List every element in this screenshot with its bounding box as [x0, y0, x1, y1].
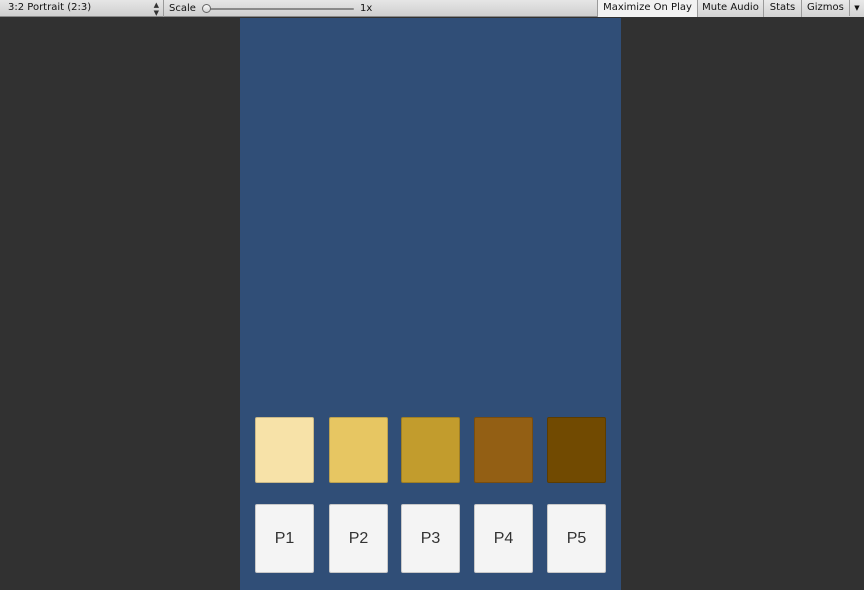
color-swatch-3: [401, 417, 460, 483]
scale-slider-track[interactable]: [206, 8, 354, 10]
scale-label: Scale: [169, 3, 196, 14]
aspect-ratio-dropdown[interactable]: 3:2 Portrait (2:3) ▲ ▼: [0, 0, 164, 17]
color-swatch-1: [255, 417, 314, 483]
gizmos-button[interactable]: Gizmos ▼: [801, 0, 864, 17]
gizmos-label: Gizmos: [807, 2, 844, 13]
gizmos-dropdown-caret-icon[interactable]: ▼: [849, 0, 864, 16]
scale-slider-thumb[interactable]: [202, 4, 211, 13]
p5-button[interactable]: P5: [547, 504, 606, 573]
scale-slider[interactable]: [202, 4, 354, 14]
color-swatch-2: [329, 417, 388, 483]
color-swatch-5: [547, 417, 606, 483]
p1-button[interactable]: P1: [255, 504, 314, 573]
scale-value: 1x: [360, 3, 373, 14]
mute-audio-toggle[interactable]: Mute Audio: [697, 0, 763, 17]
game-viewport: P1 P2 P3 P4 P5: [240, 18, 621, 590]
stats-toggle[interactable]: Stats: [763, 0, 801, 17]
p3-button[interactable]: P3: [401, 504, 460, 573]
game-view-toolbar: 3:2 Portrait (2:3) ▲ ▼ Scale 1x Maximize …: [0, 0, 864, 17]
maximize-on-play-toggle[interactable]: Maximize On Play: [597, 0, 697, 17]
p4-button[interactable]: P4: [474, 504, 533, 573]
p2-button[interactable]: P2: [329, 504, 388, 573]
aspect-ratio-label: 3:2 Portrait (2:3): [8, 2, 92, 13]
updown-arrows-icon: ▲ ▼: [153, 1, 159, 17]
color-swatch-4: [474, 417, 533, 483]
